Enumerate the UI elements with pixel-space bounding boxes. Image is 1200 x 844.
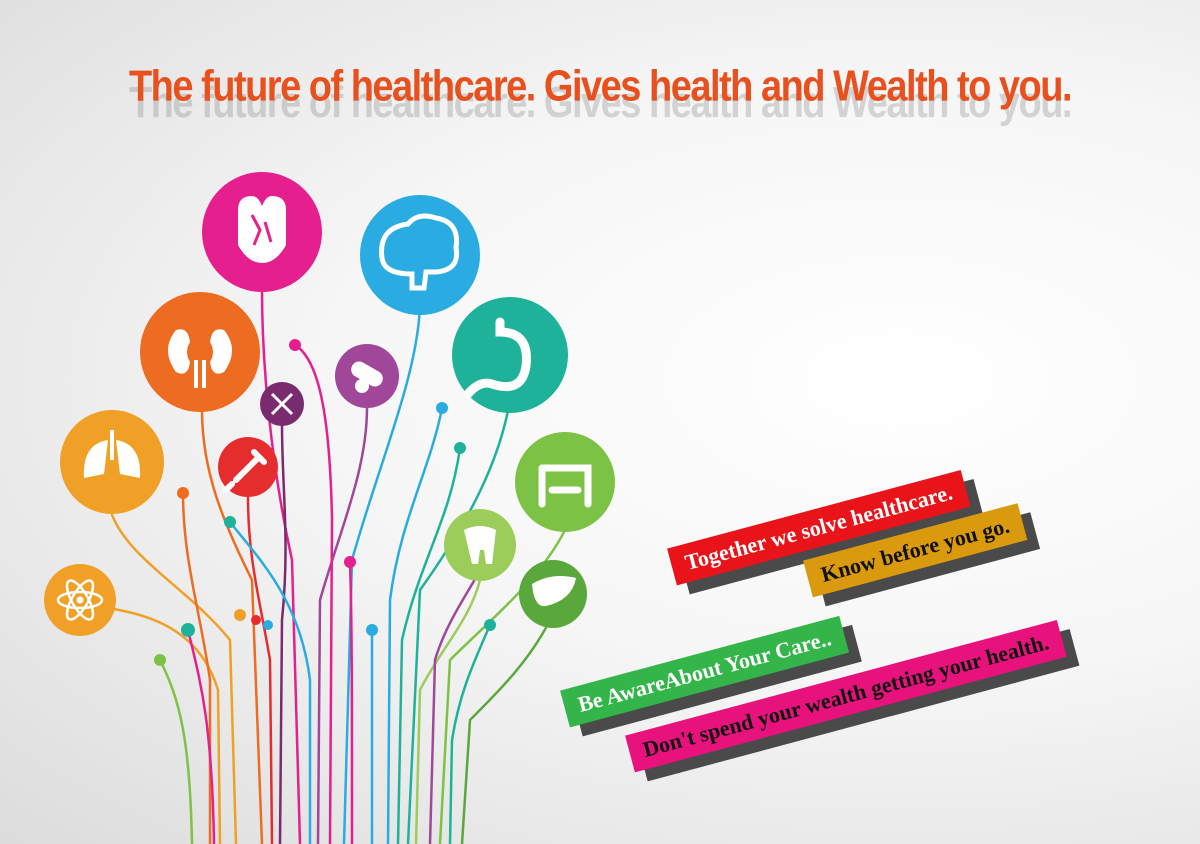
stem-i [158,658,194,844]
kidneys-icon [140,292,260,412]
lungs-icon [60,410,164,514]
stem-lungs [110,513,238,844]
stem-atom [78,603,222,844]
tooth-icon [444,509,516,581]
stem-dna [278,423,287,844]
syringe-icon [218,437,278,497]
stomach-icon [452,297,568,413]
brain-icon [360,195,480,315]
stem-a [293,343,334,844]
intestine-icon [515,432,615,532]
dna-icon [260,382,304,426]
atom-icon [44,564,116,636]
stem-pills [316,406,369,844]
heart-icon [202,172,322,292]
liver-icon [519,560,587,628]
pills-icon [335,344,399,408]
stem-liver [460,618,552,844]
stem-j [348,560,354,844]
stem-b [386,406,444,844]
